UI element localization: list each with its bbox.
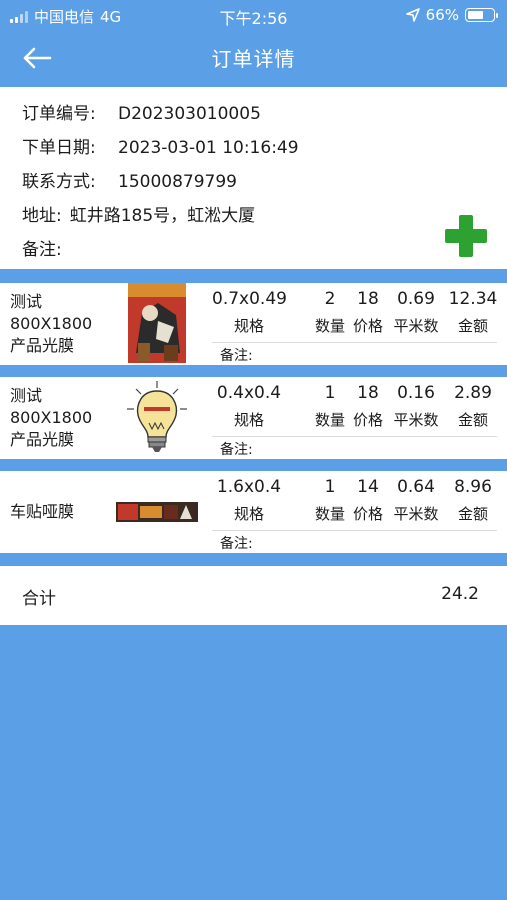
item-spec: 0.4x0.4 [216, 383, 282, 403]
order-number-label: 订单编号: [22, 104, 96, 124]
status-bar: 中国电信 4G 下午2:56 66% [0, 0, 507, 30]
caption-price: 价格 [352, 411, 383, 429]
lightbulb-image [127, 381, 187, 452]
item-name: 测试 800X1800 产品光膜 [10, 291, 120, 357]
item-remark: 备注: [220, 536, 253, 552]
caption-qty: 数量 [314, 411, 345, 429]
status-right: 66% [405, 6, 498, 24]
caption-spec: 规格 [233, 505, 264, 523]
banner-image [116, 502, 198, 522]
contact-value: 15000879799 [118, 172, 237, 192]
total-label: 合计 [22, 589, 56, 609]
item-spec: 1.6x0.4 [216, 477, 282, 497]
contact-label: 联系方式: [22, 172, 96, 192]
order-item[interactable]: 车贴哑膜 1.6x0.4 1 14 0.64 8.96 规格 数量 价格 平米数… [0, 471, 507, 553]
caption-spec: 规格 [233, 411, 264, 429]
item-values: 0.4x0.4 1 18 0.16 2.89 [212, 383, 497, 408]
order-number-value: D202303010005 [118, 104, 261, 124]
item-sqm: 0.69 [397, 289, 435, 309]
item-values: 0.7x0.49 2 18 0.69 12.34 [212, 289, 497, 314]
item-remark: 备注: [220, 348, 253, 364]
item-sqm: 0.64 [397, 477, 435, 497]
order-item[interactable]: 测试 800X1800 产品光膜 0.4x0.4 1 18 0.16 2.89 … [0, 377, 507, 459]
nav-bar: 订单详情 [0, 30, 507, 87]
item-captions: 规格 数量 价格 平米数 金额 [212, 409, 497, 431]
divider [212, 530, 497, 531]
item-qty: 1 [324, 477, 336, 497]
caption-qty: 数量 [314, 317, 345, 335]
item-amount: 12.34 [448, 289, 498, 309]
total-row: 合计 24.2 [0, 566, 507, 625]
caption-amount: 金额 [457, 317, 488, 335]
location-icon [405, 8, 420, 22]
caption-sqm: 平米数 [393, 411, 439, 429]
caption-spec: 规格 [233, 317, 264, 335]
item-captions: 规格 数量 价格 平米数 金额 [212, 315, 497, 337]
item-name-line: 车贴哑膜 [10, 502, 75, 521]
item-price: 18 [357, 289, 379, 309]
item-name-line: 产品光膜 [10, 430, 75, 449]
caption-price: 价格 [352, 505, 383, 523]
item-name: 车贴哑膜 [10, 501, 120, 523]
caption-qty: 数量 [314, 505, 345, 523]
remark-row: 备注: [22, 233, 507, 267]
caption-price: 价格 [352, 317, 383, 335]
item-name-line: 测试 [10, 292, 43, 311]
contact-row: 联系方式: 15000879799 [22, 165, 507, 199]
order-date-value: 2023-03-01 10:16:49 [118, 138, 299, 158]
battery-icon [465, 8, 498, 22]
address-row: 地址: 虹井路185号，虹淞大厦 [22, 199, 507, 233]
address-label: 地址: [22, 206, 62, 226]
item-name-line: 产品光膜 [10, 336, 75, 355]
item-captions: 规格 数量 价格 平米数 金额 [212, 503, 497, 525]
poster-image [128, 283, 186, 363]
divider [212, 342, 497, 343]
battery-percent: 66% [425, 6, 459, 24]
caption-amount: 金额 [457, 505, 488, 523]
plus-icon[interactable] [445, 215, 487, 257]
item-amount: 2.89 [454, 383, 492, 403]
item-name-line: 800X1800 [10, 314, 93, 333]
remark-label: 备注: [22, 240, 62, 260]
item-remark: 备注: [220, 442, 253, 458]
item-spec: 0.7x0.49 [212, 289, 287, 309]
item-price: 18 [357, 383, 379, 403]
total-value: 24.2 [441, 584, 479, 604]
item-name-line: 测试 [10, 386, 43, 405]
page-title: 订单详情 [211, 47, 296, 71]
item-price: 14 [357, 477, 379, 497]
item-sqm: 0.16 [397, 383, 435, 403]
item-qty: 1 [324, 383, 336, 403]
caption-sqm: 平米数 [393, 317, 439, 335]
item-amount: 8.96 [454, 477, 492, 497]
divider [212, 436, 497, 437]
order-number-row: 订单编号: D202303010005 [22, 97, 507, 131]
item-name: 测试 800X1800 产品光膜 [10, 385, 120, 451]
battery-fill [468, 11, 483, 19]
item-qty: 2 [324, 289, 336, 309]
order-item[interactable]: 测试 800X1800 产品光膜 0.7x0.49 2 18 0.69 12.3… [0, 283, 507, 365]
order-date-row: 下单日期: 2023-03-01 10:16:49 [22, 131, 507, 165]
item-name-line: 800X1800 [10, 408, 93, 427]
caption-amount: 金额 [457, 411, 488, 429]
item-values: 1.6x0.4 1 14 0.64 8.96 [212, 477, 497, 502]
caption-sqm: 平米数 [393, 505, 439, 523]
order-date-label: 下单日期: [22, 138, 96, 158]
address-value: 虹井路185号，虹淞大厦 [69, 206, 256, 226]
order-info-card: 订单编号: D202303010005 下单日期: 2023-03-01 10:… [0, 87, 507, 269]
